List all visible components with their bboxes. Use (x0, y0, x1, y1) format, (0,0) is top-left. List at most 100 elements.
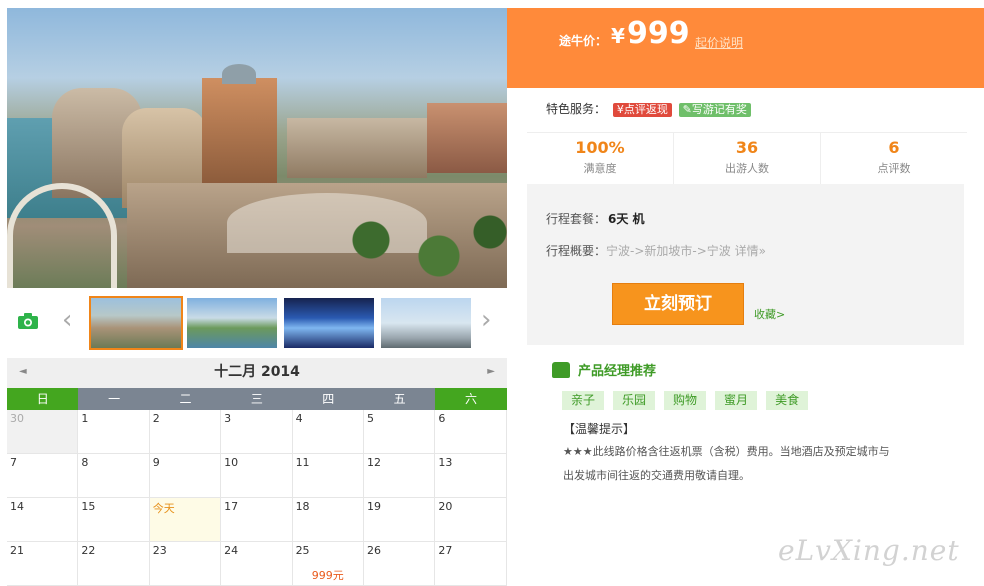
camera-icon[interactable] (17, 312, 39, 330)
tip-line: 出发城市间往返的交通费用敬请自理。 (563, 469, 750, 482)
stat-value: 6 (888, 138, 900, 157)
calendar-header: ◄ 十二月 2014 ► (7, 358, 507, 388)
calendar-next-month[interactable]: ► (487, 358, 495, 386)
tip-title: 【温馨提示】 (563, 422, 636, 436)
recommend-title: 产品经理推荐 (578, 364, 657, 379)
calendar-day[interactable]: 7 (7, 454, 79, 498)
stat-label: 点评数 (877, 162, 911, 175)
stat-label: 满意度 (583, 162, 617, 175)
package-row: 行程套餐： 6天 机 (546, 210, 645, 227)
calendar-day[interactable]: 6 (435, 410, 507, 454)
price-amount: 999 (627, 16, 690, 51)
thumb-prev-arrow[interactable]: ‹ (62, 305, 72, 335)
calendar-day[interactable]: 19 (363, 498, 436, 542)
weekday-fri: 五 (363, 388, 436, 410)
calendar-day[interactable]: 17 (221, 498, 293, 542)
stat-travelers: 36 出游人数 (674, 133, 821, 184)
recommend-tags: 亲子 乐园 购物 蜜月 美食 (562, 391, 809, 410)
tip-line: ★★★此线路价格含往返机票（含税）费用。当地酒店及预定城市与 (563, 445, 890, 458)
overview-row: 行程概要：宁波->新加坡市->宁波 详情» (546, 242, 766, 259)
stat-label: 出游人数 (725, 162, 769, 175)
calendar-day: 30 (7, 410, 79, 454)
calendar-day[interactable]: 18 (292, 498, 364, 542)
calendar-day[interactable]: 24 (221, 542, 293, 586)
favorite-link[interactable]: 收藏> (754, 306, 785, 322)
calendar-day[interactable]: 3 (221, 410, 293, 454)
thumb-next-arrow[interactable]: › (481, 305, 491, 335)
calendar-day[interactable]: 23 (149, 542, 222, 586)
calendar-week-row: 7 8 9 10 11 12 13 (7, 454, 507, 498)
calendar-day[interactable]: 9 (149, 454, 222, 498)
recommend-title-row: 产品经理推荐 (552, 362, 656, 381)
package-label: 行程套餐： (546, 212, 607, 226)
special-services: 特色服务： ¥点评返现 ✎写游记有奖 (546, 100, 751, 117)
stat-reviews[interactable]: 6 点评数 (821, 133, 967, 184)
calendar-day[interactable]: 12 (363, 454, 436, 498)
package-value: 6天 机 (608, 212, 645, 226)
calendar-day[interactable]: 11 (292, 454, 364, 498)
thumbnail-2[interactable] (187, 298, 277, 348)
tip-body: ★★★此线路价格含往返机票（含税）费用。当地酒店及预定城市与 出发城市间往返的交… (563, 440, 933, 488)
calendar-day[interactable]: 13 (435, 454, 507, 498)
stat-value: 36 (735, 138, 759, 157)
calendar-day-today[interactable]: 今天 (149, 498, 222, 542)
stat-satisfaction: 100% 满意度 (527, 133, 674, 184)
weekday-sat: 六 (435, 388, 507, 410)
overview-label: 行程概要： (546, 244, 607, 258)
calendar-week-row: 14 15 今天 17 18 19 20 (7, 498, 507, 542)
calendar-day-price: 999元 (311, 569, 344, 582)
details-link[interactable]: 详情» (735, 244, 766, 258)
calendar-day-with-price[interactable]: 25 999元 (292, 542, 364, 586)
thumbnail-4[interactable] (381, 298, 471, 348)
calendar-day[interactable]: 27 (435, 542, 507, 586)
tag-park[interactable]: 乐园 (613, 391, 656, 410)
services-label: 特色服务： (546, 102, 607, 116)
trip-info-panel: 行程套餐： 6天 机 行程概要：宁波->新加坡市->宁波 详情» 立刻预订 收藏> (527, 184, 964, 345)
calendar-day[interactable]: 21 (7, 542, 79, 586)
weekday-wed: 三 (221, 388, 293, 410)
calendar-day[interactable]: 10 (221, 454, 293, 498)
tag-shopping[interactable]: 购物 (664, 391, 707, 410)
thumbnail-3[interactable] (284, 298, 374, 348)
review-cashback-badge[interactable]: ¥点评返现 (612, 103, 672, 117)
stats-bar: 100% 满意度 36 出游人数 6 点评数 (527, 132, 967, 184)
watermark: eLvXing.net (778, 534, 960, 567)
calendar-day[interactable]: 2 (149, 410, 222, 454)
tag-honeymoon[interactable]: 蜜月 (715, 391, 758, 410)
calendar-day[interactable]: 4 (292, 410, 364, 454)
tag-family[interactable]: 亲子 (562, 391, 605, 410)
weekday-sun: 日 (7, 388, 79, 410)
manager-recommendation: 产品经理推荐 (552, 362, 656, 381)
price-explain-link[interactable]: 起价说明 (695, 34, 743, 51)
weekday-thu: 四 (292, 388, 364, 410)
hero-image (7, 8, 507, 288)
calendar-day[interactable]: 5 (363, 410, 436, 454)
stat-value: 100% (575, 138, 625, 157)
calendar-day[interactable]: 1 (78, 410, 150, 454)
calendar-day[interactable]: 22 (78, 542, 150, 586)
weekday-mon: 一 (78, 388, 150, 410)
weekday-tue: 二 (149, 388, 222, 410)
calendar-day-number: 25 (295, 544, 310, 557)
thumbs-up-icon (552, 362, 570, 378)
calendar-day[interactable]: 14 (7, 498, 79, 542)
calendar-month-title: 十二月 2014 (214, 364, 300, 380)
tag-food[interactable]: 美食 (766, 391, 809, 410)
calendar-day[interactable]: 26 (363, 542, 436, 586)
calendar-day[interactable]: 20 (435, 498, 507, 542)
calendar-prev-month[interactable]: ◄ (19, 358, 27, 386)
price-label: 途牛价： (559, 34, 608, 48)
book-now-button[interactable]: 立刻预订 (612, 283, 744, 325)
departure-calendar: ◄ 十二月 2014 ► 日 一 二 三 四 五 六 30 1 2 3 4 5 … (7, 358, 507, 586)
travel-notes-badge[interactable]: ✎写游记有奖 (678, 103, 751, 117)
calendar-day[interactable]: 8 (78, 454, 150, 498)
overview-route: 宁波->新加坡市->宁波 (606, 244, 731, 258)
price-bar: 途牛价： ¥ 999 起价说明 (507, 8, 984, 88)
currency-symbol: ¥ (611, 24, 625, 48)
calendar-day[interactable]: 15 (78, 498, 150, 542)
thumbnail-1[interactable] (89, 296, 183, 350)
calendar-week-row: 21 22 23 24 25 999元 26 27 (7, 542, 507, 586)
thumbnail-strip: ‹ › (7, 290, 507, 356)
calendar-week-row: 30 1 2 3 4 5 6 (7, 410, 507, 454)
weekday-bar: 日 一 二 三 四 五 六 (7, 388, 507, 410)
